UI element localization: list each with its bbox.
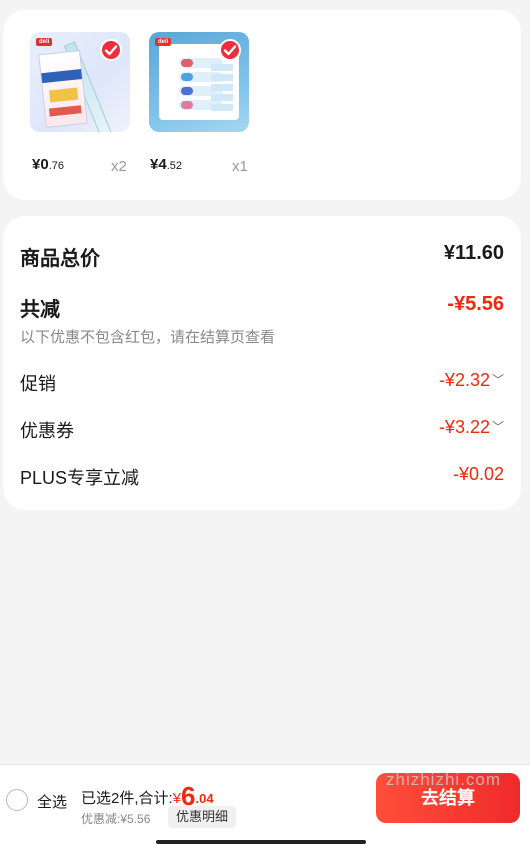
discount-detail-button[interactable]: 优惠明细 (168, 806, 237, 828)
product-price: ¥4.52 (150, 156, 182, 173)
product-image[interactable]: deli (30, 32, 130, 132)
product-quantity: x1 (232, 158, 248, 175)
home-indicator (156, 840, 366, 844)
chevron-down-icon[interactable]: ﹀ (492, 418, 504, 435)
select-all-label[interactable]: 全选 (37, 791, 67, 812)
price-summary-card: 商品总价 ¥11.60 共减 -¥5.56 以下优惠不包含红包，请在结算页查看 … (3, 216, 521, 510)
total-currency: ¥ (172, 790, 182, 807)
select-all-radio[interactable] (6, 789, 28, 811)
plus-label: PLUS专享立减 (20, 468, 140, 488)
promo-value: -¥2.32 (438, 370, 490, 390)
total-value: ¥11.60 (443, 242, 504, 264)
plus-value: -¥0.02 (452, 464, 504, 484)
product-quantity: x2 (111, 158, 127, 175)
package-illustration (38, 50, 88, 128)
coupon-value: -¥3.22 (438, 417, 490, 437)
brand-logo: deli (36, 38, 53, 46)
selected-count-text: 已选2件,合计: (81, 790, 173, 807)
product-price: ¥0.76 (32, 156, 64, 173)
brand-logo: deli (155, 38, 172, 46)
product-item[interactable]: deli (149, 32, 249, 132)
reduce-value: -¥5.56 (447, 293, 504, 315)
product-item[interactable]: deli (30, 32, 130, 132)
total-decimal: .04 (195, 791, 214, 806)
discount-note: 以下优惠不包含红包，请在结算页查看 (20, 329, 276, 346)
watermark: zhizhizhi.com (386, 770, 502, 789)
total-label: 商品总价 (20, 248, 100, 270)
selected-check-icon[interactable] (219, 39, 241, 61)
reduce-label: 共减 (20, 299, 60, 321)
promo-label: 促销 (20, 374, 56, 394)
selected-check-icon[interactable] (100, 39, 122, 61)
discount-text: 优惠减:¥5.56 (81, 812, 151, 826)
promo-row[interactable]: -¥2.32 ﹀ (439, 370, 504, 391)
product-list-card: deli deli ¥0.76 x2 ¥4.52 x1 (3, 10, 521, 200)
chevron-down-icon[interactable]: ﹀ (492, 371, 504, 388)
product-image[interactable]: deli (149, 32, 249, 132)
coupon-label: 优惠券 (20, 421, 74, 441)
coupon-row[interactable]: -¥3.22 ﹀ (439, 417, 504, 438)
